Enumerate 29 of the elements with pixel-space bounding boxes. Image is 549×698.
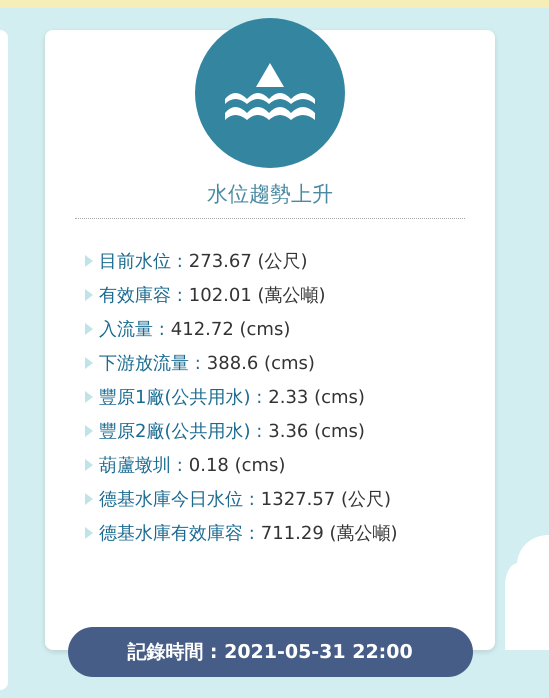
bullet-icon bbox=[85, 357, 93, 369]
item-value: 273.67 (公尺) bbox=[188, 250, 308, 273]
item-label: 目前水位 : bbox=[99, 250, 183, 273]
bullet-icon bbox=[85, 493, 93, 505]
item-value: 711.29 (萬公噸) bbox=[260, 522, 398, 545]
bullet-icon bbox=[85, 527, 93, 539]
item-label: 德基水庫今日水位 : bbox=[99, 488, 255, 511]
item-value: 412.72 (cms) bbox=[170, 318, 290, 340]
item-label: 葫蘆墩圳 : bbox=[99, 454, 183, 477]
bullet-icon bbox=[85, 255, 93, 267]
record-time-label: 記錄時間 : 2021-05-31 22:00 bbox=[68, 627, 472, 677]
bullet-icon bbox=[85, 391, 93, 403]
item-label: 有效庫容 : bbox=[99, 284, 183, 307]
item-value: 0.18 (cms) bbox=[188, 454, 286, 476]
bullet-icon bbox=[85, 289, 93, 301]
trend-title: 水位趨勢上升 bbox=[207, 181, 333, 208]
item-value: 102.01 (萬公噸) bbox=[188, 284, 326, 307]
item-label: 入流量 : bbox=[99, 318, 165, 341]
item-label: 下游放流量 : bbox=[99, 352, 201, 375]
item-label: 德基水庫有效庫容 : bbox=[99, 522, 255, 545]
item-label: 豐原1廠(公共用水) : bbox=[99, 386, 262, 409]
item-value: 2.33 (cms) bbox=[268, 386, 365, 408]
item-value: 388.6 (cms) bbox=[206, 352, 315, 374]
bullet-icon bbox=[85, 425, 93, 437]
item-value: 1327.57 (公尺) bbox=[260, 488, 391, 511]
bullet-icon bbox=[85, 323, 93, 335]
bullet-icon bbox=[85, 459, 93, 471]
item-label: 豐原2廠(公共用水) : bbox=[99, 420, 262, 443]
item-value: 3.36 (cms) bbox=[268, 420, 365, 442]
